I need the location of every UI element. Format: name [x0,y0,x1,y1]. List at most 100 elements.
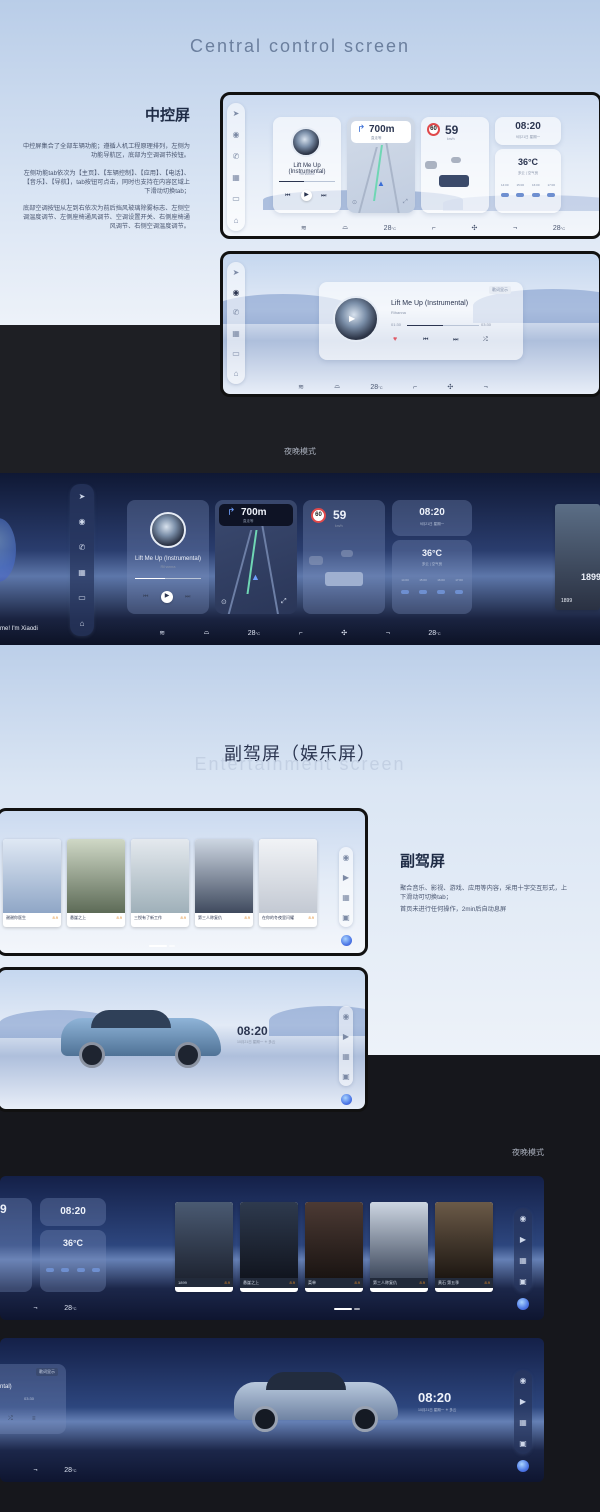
navigation-card[interactable]: ↱ 700m 直走等 ▲ ⊙ ⤢ [347,117,415,213]
seat-right-icon[interactable]: ¬ [33,1467,37,1474]
movie-poster[interactable]: 悬崖之上 8.9 [240,1202,298,1292]
music-icon[interactable]: ◉ [342,1012,351,1021]
music-icon-active[interactable]: ◉ [232,288,241,297]
games-icon[interactable]: ▣ [342,913,351,922]
games-icon[interactable]: ▣ [519,1277,528,1286]
video-icon[interactable]: ▶ [519,1235,528,1244]
seat-right-icon[interactable]: ¬ [513,225,517,232]
music-card-partial[interactable]: 歌词显示 ntal) 03:30 ⤮ ≡ [0,1364,66,1434]
navigation-icon[interactable]: ➤ [232,109,241,118]
music-card[interactable]: Lift Me Up (Instrumental) Rihanna ⏮ ▶ ⏭ [273,117,341,213]
fan-icon[interactable]: ✣ [447,383,453,391]
next-icon[interactable]: ⏭ [453,337,458,344]
movie-poster[interactable]: 在你的冬夜里闪耀 8.9 [259,839,317,927]
fullscreen-icon[interactable]: ⤢ [281,598,287,606]
recenter-icon[interactable]: ⊙ [352,199,357,206]
music-icon[interactable]: ◉ [519,1214,528,1223]
music-player-card[interactable]: ▶ 歌词显示 Lift Me Up (Instrumental) Rihanna… [319,282,523,360]
video-icon[interactable]: ▶ [342,1032,351,1041]
music-icon[interactable]: ◉ [342,853,351,862]
apps-icon[interactable]: ▦ [342,1052,351,1061]
vehicle-icon[interactable]: ▭ [78,593,87,602]
temp-left[interactable]: 28°C [248,630,260,637]
vehicle-icon[interactable]: ▭ [232,349,241,358]
lyrics-badge[interactable]: 歌词显示 [489,286,511,294]
rear-defrost-icon[interactable]: ≋ [298,383,304,391]
next-icon[interactable]: ⏭ [321,193,326,200]
temp-right[interactable]: 28°C [553,225,565,232]
temp-left[interactable]: 28°C [370,384,382,391]
phone-icon[interactable]: ✆ [232,152,241,161]
seat-right-icon[interactable]: ¬ [386,630,390,637]
apps-icon[interactable]: ▦ [519,1256,528,1265]
games-icon[interactable]: ▣ [342,1072,351,1081]
page-indicator[interactable] [334,1308,360,1310]
movie-poster[interactable]: 三悦有了新工作 8.9 [131,839,189,927]
fullscreen-icon[interactable]: ⤢ [403,199,408,206]
previous-icon[interactable]: ⏮ [423,337,428,344]
next-icon[interactable]: ⏭ [185,594,190,601]
front-defrost-icon[interactable]: ⌓ [204,629,210,637]
apps-icon[interactable]: ▦ [78,568,87,577]
rear-defrost-icon[interactable]: ≋ [159,629,165,637]
navigation-card[interactable]: ↱ 700m 直走等 ▲ ⊙ ⤢ [215,500,297,614]
apps-icon[interactable]: ▦ [232,329,241,338]
play-icon[interactable]: ▶ [349,314,355,323]
music-icon[interactable]: ◉ [519,1376,528,1385]
apps-icon[interactable]: ▦ [519,1418,528,1427]
vehicle-icon[interactable]: ▭ [232,194,241,203]
shuffle-icon[interactable]: ⤮ [8,1416,13,1423]
video-icon[interactable]: ▶ [342,873,351,882]
apps-icon[interactable]: ▦ [232,173,241,182]
front-defrost-icon[interactable]: ⌓ [342,224,348,232]
recenter-icon[interactable]: ⊙ [221,598,227,606]
temp-left[interactable]: 28°C [64,1305,76,1312]
home-icon[interactable]: ⌂ [232,216,241,225]
temp-left[interactable]: 28°C [384,225,396,232]
temp-right[interactable]: 28°C [428,630,440,637]
fan-icon[interactable]: ✣ [471,224,477,232]
music-icon[interactable]: ◉ [78,517,87,526]
music-card[interactable]: Lift Me Up (Instrumental) Rihanna ⏮ ▶ ⏭ [127,500,209,614]
rear-defrost-icon[interactable]: ≋ [301,224,307,232]
front-defrost-icon[interactable]: ⌓ [334,383,340,391]
movie-poster[interactable]: 1899 8.9 [175,1202,233,1292]
movie-poster[interactable]: 悬崖之上 8.9 [67,839,125,927]
previous-icon[interactable]: ⏮ [285,193,290,200]
seat-left-icon[interactable]: ⌐ [299,630,303,637]
temp-left[interactable]: 28°C [64,1467,76,1474]
phone-icon[interactable]: ✆ [232,308,241,317]
movie-poster[interactable]: 第三人称复仇 8.9 [370,1202,428,1292]
page-indicator[interactable] [149,945,175,947]
heart-icon[interactable]: ♥ [393,336,397,343]
games-icon[interactable]: ▣ [519,1439,528,1448]
seat-right-icon[interactable]: ¬ [484,384,488,391]
seat-left-icon[interactable]: ⌐ [413,384,417,391]
navigation-icon[interactable]: ➤ [78,492,87,501]
progress-bar[interactable] [279,181,335,182]
movie-poster[interactable]: 谢谢你医生 8.9 [3,839,61,927]
lyrics-badge[interactable]: 歌词显示 [36,1368,58,1376]
shuffle-icon[interactable]: ⤮ [483,337,488,344]
previous-icon[interactable]: ⏮ [143,594,148,601]
home-icon[interactable]: ⌂ [232,369,241,378]
music-icon[interactable]: ◉ [232,130,241,139]
assistant-orb[interactable] [0,518,16,582]
seat-right-icon[interactable]: ¬ [33,1305,37,1312]
apps-icon[interactable]: ▦ [342,893,351,902]
phone-icon[interactable]: ✆ [78,543,87,552]
assistant-orb[interactable] [341,1094,352,1105]
movie-poster-1899[interactable]: 1899 1899 [555,504,600,610]
progress-bar[interactable] [407,325,479,326]
movie-poster[interactable]: 黄石 第五季 8.9 [435,1202,493,1292]
assistant-orb[interactable] [517,1298,529,1310]
movie-poster[interactable]: 第三人称复仇 8.9 [195,839,253,927]
video-icon[interactable]: ▶ [519,1397,528,1406]
navigation-icon[interactable]: ➤ [232,268,241,277]
home-icon[interactable]: ⌂ [78,619,87,628]
assistant-orb[interactable] [341,935,352,946]
play-button[interactable]: ▶ [161,591,173,603]
progress-bar[interactable] [135,578,201,579]
assistant-orb[interactable] [517,1460,529,1472]
playlist-icon[interactable]: ≡ [32,1416,36,1422]
